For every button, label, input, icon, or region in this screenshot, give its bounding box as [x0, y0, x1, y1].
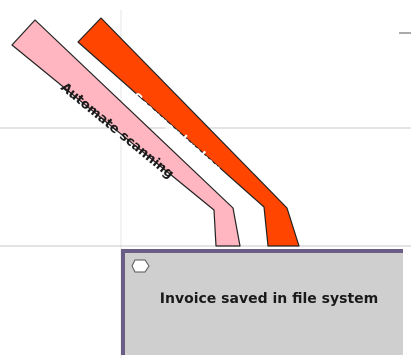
hexagon-marker-icon	[131, 259, 150, 273]
event-title: Invoice saved in file system	[159, 291, 379, 307]
event-box[interactable]: Invoice saved in file system	[121, 249, 403, 355]
diagram-canvas: Scanner broken Automate scanning Invoice…	[0, 0, 411, 358]
